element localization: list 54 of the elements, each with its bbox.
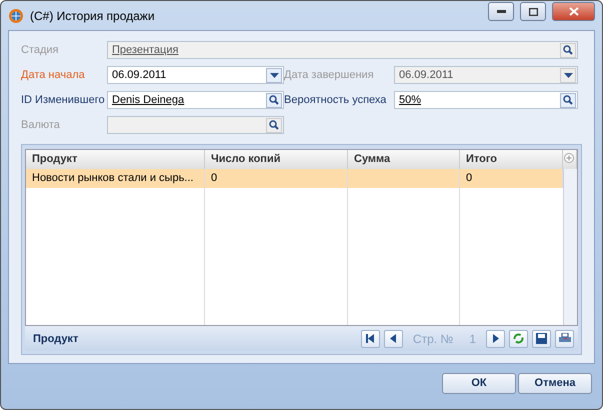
scrollbar[interactable] [563,169,577,188]
search-icon [563,45,573,55]
page-number: 1 [469,332,476,346]
field-label: Дата завершения [284,69,375,81]
column-header[interactable]: Сумма [348,150,460,170]
column-chooser-button[interactable] [563,150,577,170]
field-label: Дата начала [21,69,86,81]
printer-icon [558,333,570,344]
close-icon [568,7,578,16]
field-label: Вероятность успеха [284,94,388,106]
save-button[interactable] [532,330,551,348]
column-header[interactable]: Итого [460,150,563,170]
page-label: Стр. № [412,332,454,346]
first-page-button[interactable] [360,330,380,348]
table-cell: 0 [211,172,218,184]
minimize-icon [496,10,506,13]
field-label: Валюта [21,119,61,131]
footer-label: Продукт [32,332,80,344]
input-field[interactable]: 50% [394,91,578,109]
column-header[interactable]: Число копий [205,150,348,170]
maximize-button[interactable] [520,2,546,21]
table-cell: Новости рынков стали и сырь... [32,172,194,184]
refresh-icon [513,333,524,344]
table-cell: 0 [466,172,472,184]
field-label: ID Изменившего [21,94,106,106]
dropdown-button[interactable] [266,68,282,82]
maximize-icon [528,8,538,16]
minimize-button[interactable] [488,2,514,21]
first-page-icon [366,334,374,343]
left-arrow-icon [390,334,396,343]
input-field[interactable]: Denis Deinega [107,91,284,109]
save-icon [536,333,547,344]
search-icon [269,120,279,130]
search-icon [563,95,573,105]
previous-page-button[interactable] [384,330,403,348]
globe-icon [8,8,24,24]
search-icon [269,95,279,105]
ok-button[interactable]: ОК [442,372,516,394]
input-field[interactable]: 06.09.2011 [107,66,284,84]
right-arrow-icon [492,334,498,343]
search-button[interactable] [266,92,282,108]
window-title: (C#) История продажи [30,8,156,22]
plus-icon [564,153,574,163]
field-label: Стадия [21,44,60,56]
cancel-button[interactable]: Отмена [518,372,592,394]
caret-icon [564,72,572,78]
search-button[interactable] [560,92,576,108]
refresh-button[interactable] [509,330,528,348]
table-row[interactable]: Новости рынков стали и сырь... 0 0 [26,169,577,188]
close-button[interactable] [552,2,595,21]
column-header[interactable]: Продукт [26,150,205,170]
print-button[interactable] [555,330,574,348]
next-page-button[interactable] [486,330,505,348]
caret-icon [270,72,278,78]
